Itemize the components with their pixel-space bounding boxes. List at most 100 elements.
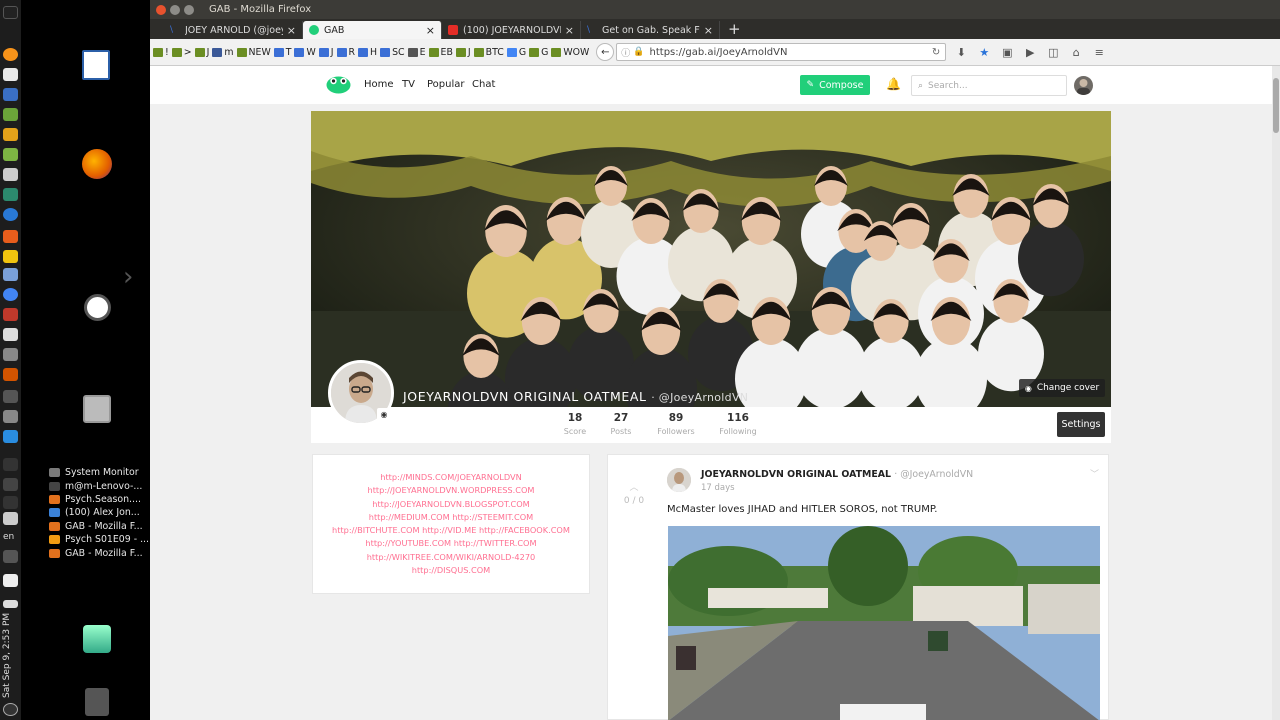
nav-tv[interactable]: TV xyxy=(402,79,415,90)
minimize-window-button[interactable] xyxy=(170,4,180,15)
bookmark-item[interactable]: J xyxy=(194,47,209,58)
bookmark-item[interactable]: SC xyxy=(380,47,405,58)
taskbar-window-item[interactable]: Psych.Season.... xyxy=(49,493,149,506)
taskbar-window-item[interactable]: (100) Alex Jon... xyxy=(49,506,149,519)
bluetooth-icon[interactable] xyxy=(3,458,18,471)
app-icon[interactable] xyxy=(3,348,18,361)
user-avatar[interactable] xyxy=(1074,76,1093,95)
addon-icon[interactable]: ◫ xyxy=(1045,44,1061,60)
app-icon[interactable] xyxy=(3,478,18,491)
calendar-icon[interactable] xyxy=(3,88,18,101)
bookmark-item[interactable]: BTC xyxy=(473,47,504,58)
change-cover-button[interactable]: ◉ Change cover xyxy=(1019,379,1105,397)
close-tab-icon[interactable]: × xyxy=(565,24,574,37)
close-tab-icon[interactable]: × xyxy=(287,24,296,37)
nav-chat[interactable]: Chat xyxy=(472,79,495,90)
trash-icon[interactable] xyxy=(85,688,109,716)
browser-icon[interactable] xyxy=(3,208,18,221)
home-icon[interactable]: ⌂ xyxy=(1068,44,1084,60)
post-time[interactable]: 17 days xyxy=(701,483,735,493)
app-icon[interactable] xyxy=(3,230,18,243)
nav-popular[interactable]: Popular xyxy=(427,79,465,90)
bookmark-item[interactable]: EB xyxy=(428,47,453,58)
bio-link[interactable]: http://DISQUS.COM xyxy=(313,564,589,577)
taskbar-window-item[interactable]: m@m-Lenovo-... xyxy=(49,479,149,492)
stat-following[interactable]: 116 Following xyxy=(708,412,768,436)
bookmark-item[interactable]: E xyxy=(407,47,426,58)
bookmark-item[interactable]: > xyxy=(171,47,192,58)
taskbar-window-item[interactable]: GAB - Mozilla F... xyxy=(49,546,149,559)
app-icon[interactable] xyxy=(3,430,18,443)
taskbar-window-item[interactable]: GAB - Mozilla F... xyxy=(49,520,149,533)
bio-link[interactable]: http://YOUTUBE.COM http://TWITTER.COM xyxy=(313,537,589,550)
bio-link[interactable]: http://JOEYARNOLDVN.WORDPRESS.COM xyxy=(313,484,589,497)
maximize-window-button[interactable] xyxy=(184,4,194,15)
pocket-icon[interactable]: ▣ xyxy=(999,44,1015,60)
stat-followers[interactable]: 89 Followers xyxy=(646,412,706,436)
app-icon[interactable] xyxy=(3,268,18,281)
bio-link[interactable]: http://MEDIUM.COM http://STEEMIT.COM xyxy=(313,511,589,524)
post-author[interactable]: JOEYARNOLDVN ORIGINAL OATMEAL · @JoeyArn… xyxy=(701,469,973,480)
document-icon[interactable] xyxy=(3,68,18,81)
bookmark-item[interactable]: m xyxy=(212,47,234,58)
close-tab-icon[interactable]: × xyxy=(426,24,435,37)
spreadsheet-icon[interactable] xyxy=(3,108,18,121)
bookmark-star-icon[interactable]: ★ xyxy=(976,44,992,60)
wifi-icon[interactable] xyxy=(3,496,18,509)
post-menu-chevron-icon[interactable]: ﹀ xyxy=(1090,467,1099,480)
bio-link[interactable]: http://WIKITREE.COM/WIKI/ARNOLD-4270 xyxy=(313,551,589,564)
compose-button[interactable]: ✎ Compose xyxy=(800,75,870,95)
chrome-icon[interactable] xyxy=(3,288,18,301)
stat-posts[interactable]: 27 Posts xyxy=(591,412,651,436)
back-button[interactable]: ← xyxy=(596,43,615,61)
user-icon[interactable] xyxy=(83,625,111,653)
firefox-icon[interactable] xyxy=(82,149,112,179)
archive-icon[interactable] xyxy=(83,395,111,423)
power-icon[interactable] xyxy=(3,703,18,716)
tab-get-on-gab[interactable]: \ Get on Gab. Speak Fre × xyxy=(581,21,720,39)
bookmark-item[interactable]: R xyxy=(336,47,355,58)
url-bar[interactable]: ⓘ 🔒 https://gab.ai/JoeyArnoldVN ↻ xyxy=(616,43,947,61)
app-icon[interactable] xyxy=(3,328,18,341)
info-icon[interactable]: ⓘ xyxy=(621,46,630,59)
bookmark-item[interactable]: WOW xyxy=(551,47,589,58)
folder-icon[interactable] xyxy=(3,250,18,263)
lock-icon[interactable]: 🔒 xyxy=(633,47,644,57)
bookmark-item[interactable]: W xyxy=(294,47,316,58)
scrollbar-thumb[interactable] xyxy=(1273,78,1279,133)
files-icon[interactable] xyxy=(3,148,18,161)
post-avatar[interactable] xyxy=(667,468,691,492)
bitcoin-icon[interactable] xyxy=(3,48,18,61)
bookmark-item[interactable]: T xyxy=(273,47,291,58)
page-scrollbar[interactable] xyxy=(1272,66,1280,720)
app-icon[interactable] xyxy=(3,390,18,403)
bio-link[interactable]: http://MINDS.COM/JOEYARNOLDVN xyxy=(313,471,589,484)
writer-icon[interactable] xyxy=(82,50,110,80)
bookmark-item[interactable]: J xyxy=(455,47,471,58)
gab-logo-icon[interactable] xyxy=(326,74,351,94)
tab-gab[interactable]: GAB × xyxy=(303,21,442,39)
app-icon[interactable] xyxy=(3,368,18,381)
post-image[interactable] xyxy=(668,526,1100,720)
chevron-right-icon[interactable]: › xyxy=(123,262,133,292)
app-icon[interactable] xyxy=(3,550,18,563)
bookmark-item[interactable]: G xyxy=(506,47,526,58)
download-icon[interactable]: ⬇ xyxy=(953,44,969,60)
bookmark-item[interactable]: NEW xyxy=(236,47,271,58)
menu-icon[interactable] xyxy=(3,6,18,19)
notifications-bell-icon[interactable]: 🔔 xyxy=(886,77,901,91)
nav-home[interactable]: Home xyxy=(364,79,394,90)
bio-link[interactable]: http://JOEYARNOLDVN.BLOGSPOT.COM xyxy=(313,498,589,511)
close-window-button[interactable] xyxy=(156,4,166,15)
bookmark-item[interactable]: G xyxy=(529,47,548,58)
hamburger-menu-icon[interactable]: ≡ xyxy=(1091,44,1107,60)
tab-youtube[interactable]: (100) JOEYARNOLDVN × xyxy=(442,21,581,39)
ubuntu-icon[interactable] xyxy=(84,294,111,321)
app-icon[interactable] xyxy=(3,308,18,321)
search-input[interactable]: ⌕ Search... xyxy=(911,75,1067,96)
youtube-addon-icon[interactable]: ▶ xyxy=(1022,44,1038,60)
reload-icon[interactable]: ↻ xyxy=(932,47,940,58)
monitor-icon[interactable] xyxy=(3,188,18,201)
keyboard-language[interactable]: en xyxy=(3,532,14,542)
close-tab-icon[interactable]: × xyxy=(704,24,713,37)
